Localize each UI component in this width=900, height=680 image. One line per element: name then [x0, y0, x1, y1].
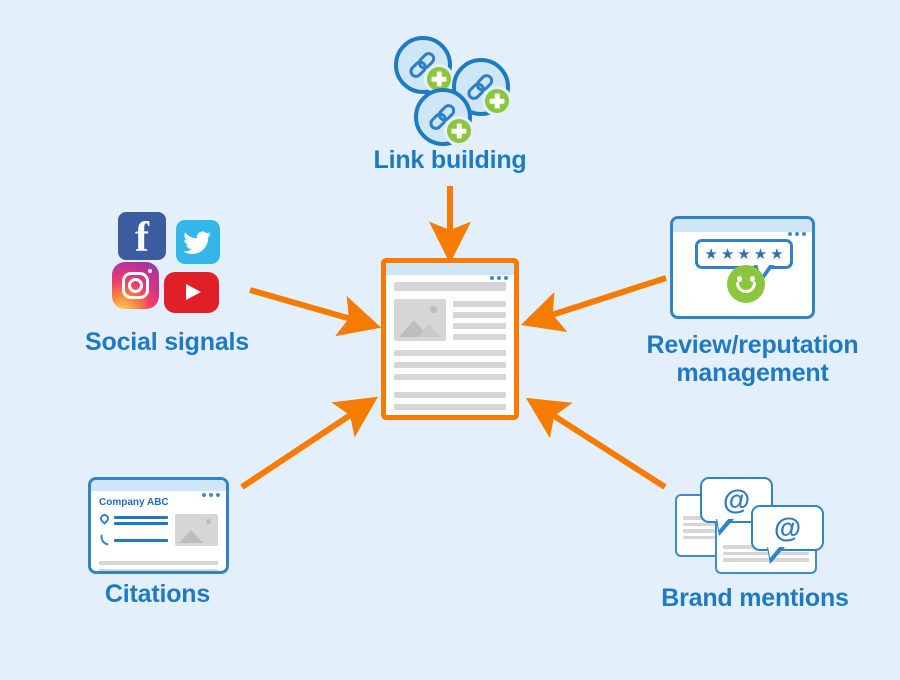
- address-row: [98, 512, 168, 527]
- page-paragraph-1: [394, 350, 506, 380]
- arrow-social-signals-to-center: [249, 287, 382, 337]
- star-icon: ★: [720, 245, 735, 263]
- twitter-icon[interactable]: [176, 220, 220, 264]
- label-review-reputation: Review/reputation management: [646, 331, 859, 387]
- label-citations: Citations: [104, 580, 211, 608]
- arrow-citations-to-center: [240, 396, 378, 490]
- star-icon: ★: [753, 245, 768, 263]
- location-pin-icon: [98, 512, 111, 527]
- diagram-canvas: Link building f Social signals ★ ★ ★ ★ ★…: [0, 0, 900, 680]
- browser-title-bar: [386, 263, 514, 280]
- node-review-reputation[interactable]: ★ ★ ★ ★ ★: [670, 216, 815, 319]
- arrow-brand-mentions-to-center: [525, 397, 667, 490]
- listing-text-lines: [99, 561, 218, 571]
- browser-title-bar: [91, 480, 226, 497]
- twitter-bird-glyph: [183, 231, 211, 255]
- page-content: [386, 275, 514, 415]
- at-symbol-icon: @: [773, 512, 802, 543]
- chain-link-coin-3: [414, 88, 474, 146]
- node-citations[interactable]: Company ABC: [88, 477, 229, 574]
- instagram-icon[interactable]: [112, 262, 159, 309]
- image-placeholder-icon: [175, 514, 218, 546]
- phone-icon: [99, 534, 110, 547]
- star-icon: ★: [737, 245, 751, 263]
- at-mention-bubble-2: @: [751, 505, 824, 564]
- page-hero-row: [394, 299, 506, 341]
- youtube-icon[interactable]: [164, 272, 219, 313]
- node-brand-mentions[interactable]: @ @: [675, 477, 830, 577]
- window-dots-icon: [785, 223, 806, 241]
- image-placeholder-icon: [394, 299, 446, 341]
- listing-content: Company ABC: [91, 491, 226, 571]
- node-link-building[interactable]: [392, 36, 512, 146]
- label-link-building: Link building: [373, 146, 527, 174]
- label-brand-mentions: Brand mentions: [661, 584, 849, 612]
- window-dots-icon: [487, 267, 508, 285]
- chain-link-coin-1: [394, 36, 454, 94]
- at-symbol-icon: @: [722, 484, 751, 515]
- browser-title-bar: [673, 219, 812, 236]
- page-text-lines: [453, 299, 506, 341]
- star-icon: ★: [704, 245, 718, 263]
- label-social-signals: Social signals: [85, 328, 249, 356]
- window-dots-icon: [199, 484, 220, 502]
- facebook-icon[interactable]: f: [118, 212, 166, 260]
- center-website-page[interactable]: [381, 258, 519, 420]
- arrow-review-to-center: [520, 275, 667, 333]
- smiley-face-icon: [727, 265, 765, 303]
- plus-icon: [444, 116, 474, 146]
- phone-row: [99, 534, 168, 547]
- page-paragraph-2: [394, 392, 506, 415]
- plus-icon: [482, 86, 512, 116]
- star-icon: ★: [770, 245, 784, 263]
